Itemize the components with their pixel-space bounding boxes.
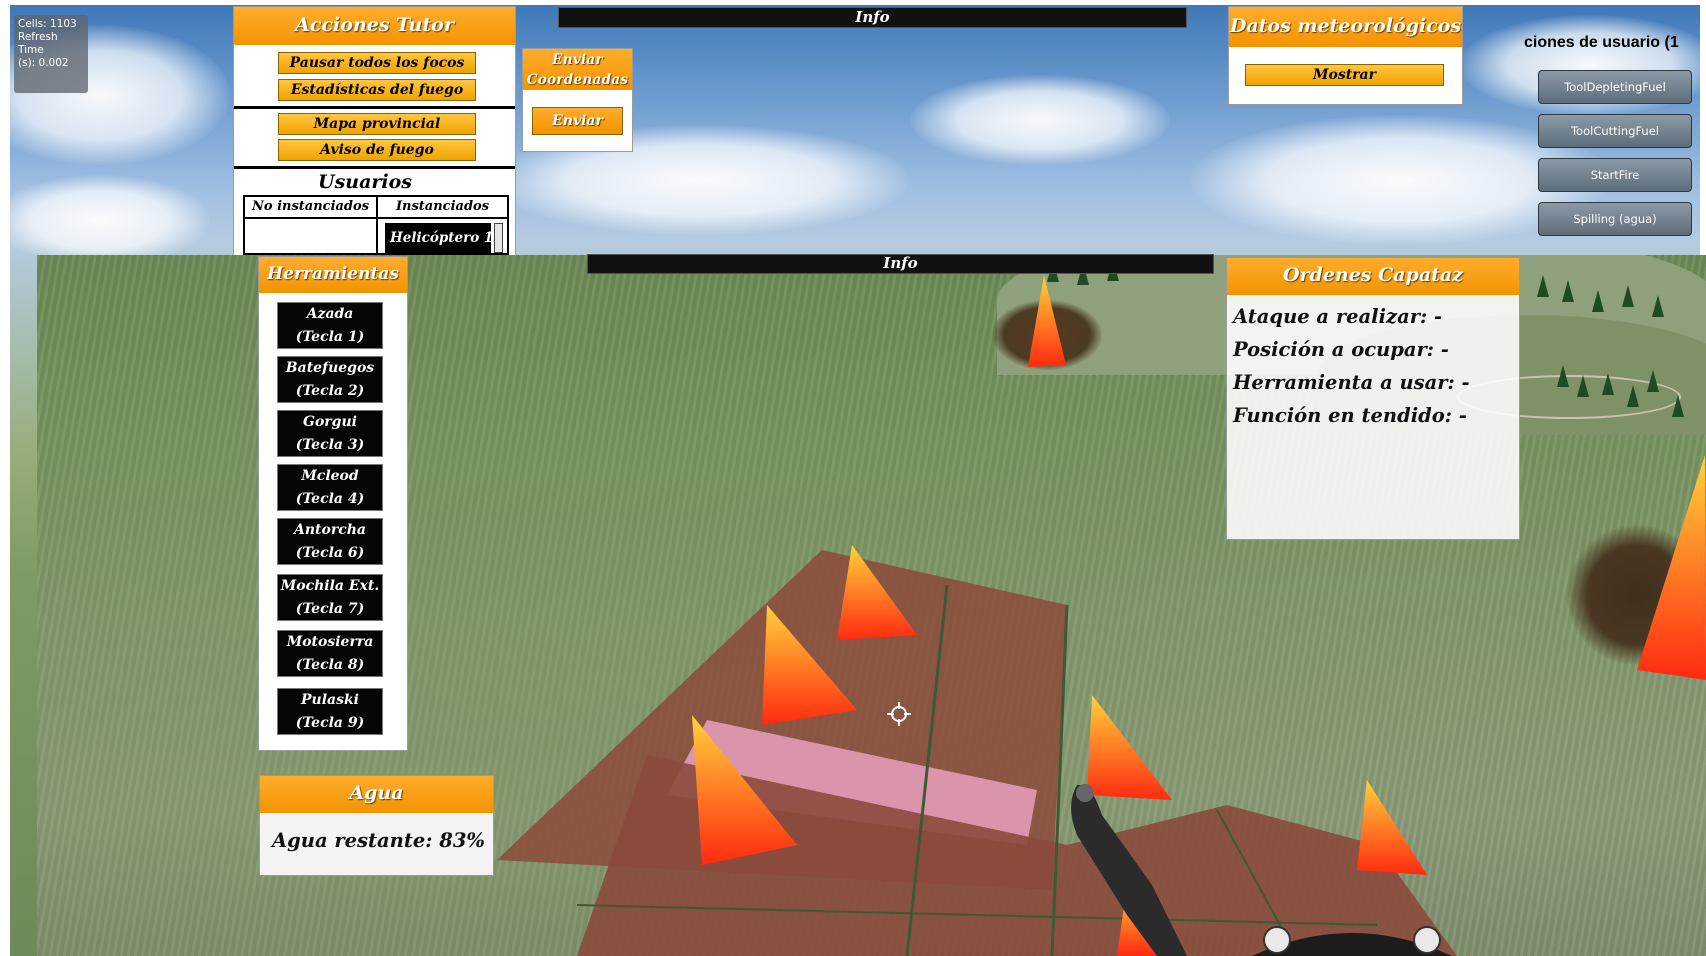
users-title: Usuarios	[318, 171, 412, 193]
crosshair-icon	[887, 702, 911, 726]
tool-name: Mochila Ext.	[280, 578, 380, 594]
tool-name: Gorgui	[303, 414, 357, 430]
send-coords-title: Enviar Coordenadas	[523, 49, 632, 90]
fire-cone-icon	[1637, 455, 1706, 680]
tool-antorcha-button[interactable]: Antorcha (Tecla 6)	[277, 518, 383, 565]
tree	[1577, 375, 1589, 397]
tool-key: (Tecla 7)	[295, 601, 365, 617]
users-table: No instanciados Instanciados Helicóptero…	[243, 195, 509, 255]
tool-name: Mcleod	[301, 468, 359, 484]
instanced-user-helicopter[interactable]: Helicóptero 1	[385, 223, 491, 253]
weather-title: Datos meteorológicos	[1229, 7, 1462, 47]
refresh-time-label: Refresh Time	[18, 31, 58, 56]
fire-cone-icon	[1028, 275, 1066, 367]
fire-cone-icon	[692, 715, 797, 865]
tree	[1557, 365, 1569, 387]
provincial-map-button[interactable]: Mapa provincial	[278, 113, 476, 135]
cloud	[10, 175, 210, 265]
water-panel: Agua Agua restante: 83%	[259, 775, 494, 876]
tool-mcleod-button[interactable]: Mcleod (Tecla 4)	[277, 464, 383, 511]
fire-cone-icon	[1357, 780, 1427, 875]
top-info-bar: Info	[558, 7, 1187, 28]
send-coords-title-line2: Coordenadas	[526, 72, 629, 88]
tree	[1627, 385, 1639, 407]
tree	[1562, 280, 1574, 302]
order-function: Función en tendido: -	[1233, 404, 1467, 427]
fire-cones	[692, 545, 1427, 956]
tool-mochila-button[interactable]: Mochila Ext. (Tecla 7)	[277, 574, 383, 621]
tool-name: Antorcha	[294, 522, 366, 538]
order-attack: Ataque a realizar: -	[1233, 305, 1443, 328]
foreman-orders-title: Ordenes Capataz	[1227, 258, 1519, 295]
send-button[interactable]: Enviar	[532, 107, 623, 135]
fire-cone-icon	[837, 545, 917, 640]
col-not-instanced: No instanciados	[245, 197, 378, 219]
send-coords-panel: Enviar Coordenadas Enviar	[522, 48, 633, 152]
hose-nozzle-icon	[1071, 784, 1187, 956]
user-actions-title: ciones de usuario (1	[1524, 34, 1679, 51]
users-scrollbar[interactable]	[494, 223, 503, 253]
tree	[1602, 373, 1614, 395]
orders-list: Ataque a realizar: - Posición a ocupar: …	[1233, 300, 1470, 432]
water-title: Agua	[260, 776, 493, 813]
order-tool: Herramienta a usar: -	[1233, 371, 1470, 394]
cells-count: Cells: 1103	[18, 18, 77, 30]
tool-key: (Tecla 6)	[295, 545, 365, 561]
tool-gorgui-button[interactable]: Gorgui (Tecla 3)	[277, 410, 383, 457]
tool-azada-button[interactable]: Azada (Tecla 1)	[277, 302, 383, 349]
tree	[1622, 285, 1634, 307]
start-fire-button[interactable]: StartFire	[1538, 158, 1692, 192]
tool-pulaski-button[interactable]: Pulaski (Tecla 9)	[277, 688, 383, 735]
tools-title: Herramientas	[259, 257, 407, 293]
tool-key: (Tecla 2)	[295, 383, 365, 399]
tool-name: Pulaski	[301, 692, 359, 708]
tool-name: Azada	[306, 306, 354, 322]
send-coords-title-line1: Enviar	[552, 52, 603, 68]
tool-name: Motosierra	[286, 634, 374, 650]
tool-cutting-fuel-button[interactable]: ToolCuttingFuel	[1538, 114, 1692, 148]
divider	[234, 106, 515, 109]
tree	[1652, 295, 1664, 317]
weather-panel: Datos meteorológicos Mostrar	[1228, 6, 1463, 105]
tool-batefuegos-button[interactable]: Batefuegos (Tecla 2)	[277, 356, 383, 403]
tree	[1647, 370, 1659, 392]
spilling-water-button[interactable]: Spilling (agua)	[1538, 202, 1692, 236]
tutor-actions-title: Acciones Tutor	[234, 7, 515, 45]
fire-warning-button[interactable]: Aviso de fuego	[278, 139, 476, 161]
tree	[1592, 290, 1604, 312]
fire-statistics-button[interactable]: Estadísticas del fuego	[278, 79, 476, 101]
water-remaining: Agua restante: 83%	[272, 829, 485, 852]
show-weather-button[interactable]: Mostrar	[1245, 64, 1444, 86]
gauges	[1252, 926, 1452, 956]
foreman-orders-panel: Ordenes Capataz Ataque a realizar: - Pos…	[1226, 257, 1520, 540]
pause-all-fires-button[interactable]: Pausar todos los focos	[278, 52, 476, 74]
performance-stats: Cells: 1103 Refresh Time (s): 0.002	[14, 15, 88, 93]
ground-info-bar: Info	[587, 254, 1214, 274]
tool-key: (Tecla 4)	[295, 491, 365, 507]
tool-key: (Tecla 9)	[295, 715, 365, 731]
order-position: Posición a ocupar: -	[1233, 338, 1449, 361]
col-instanced: Instanciados	[378, 197, 507, 219]
refresh-time-value: (s): 0.002	[18, 57, 69, 69]
tool-key: (Tecla 1)	[295, 329, 365, 345]
divider	[376, 219, 378, 255]
cloud	[910, 75, 1170, 165]
tool-key: (Tecla 3)	[295, 437, 365, 453]
tutor-actions-panel: Acciones Tutor Pausar todos los focos Es…	[233, 6, 516, 256]
tree	[1537, 275, 1549, 297]
tree	[1672, 395, 1684, 417]
tool-motosierra-button[interactable]: Motosierra (Tecla 8)	[277, 630, 383, 677]
tool-name: Batefuegos	[285, 360, 375, 376]
tool-key: (Tecla 8)	[295, 657, 365, 673]
tool-depleting-fuel-button[interactable]: ToolDepletingFuel	[1538, 70, 1692, 104]
